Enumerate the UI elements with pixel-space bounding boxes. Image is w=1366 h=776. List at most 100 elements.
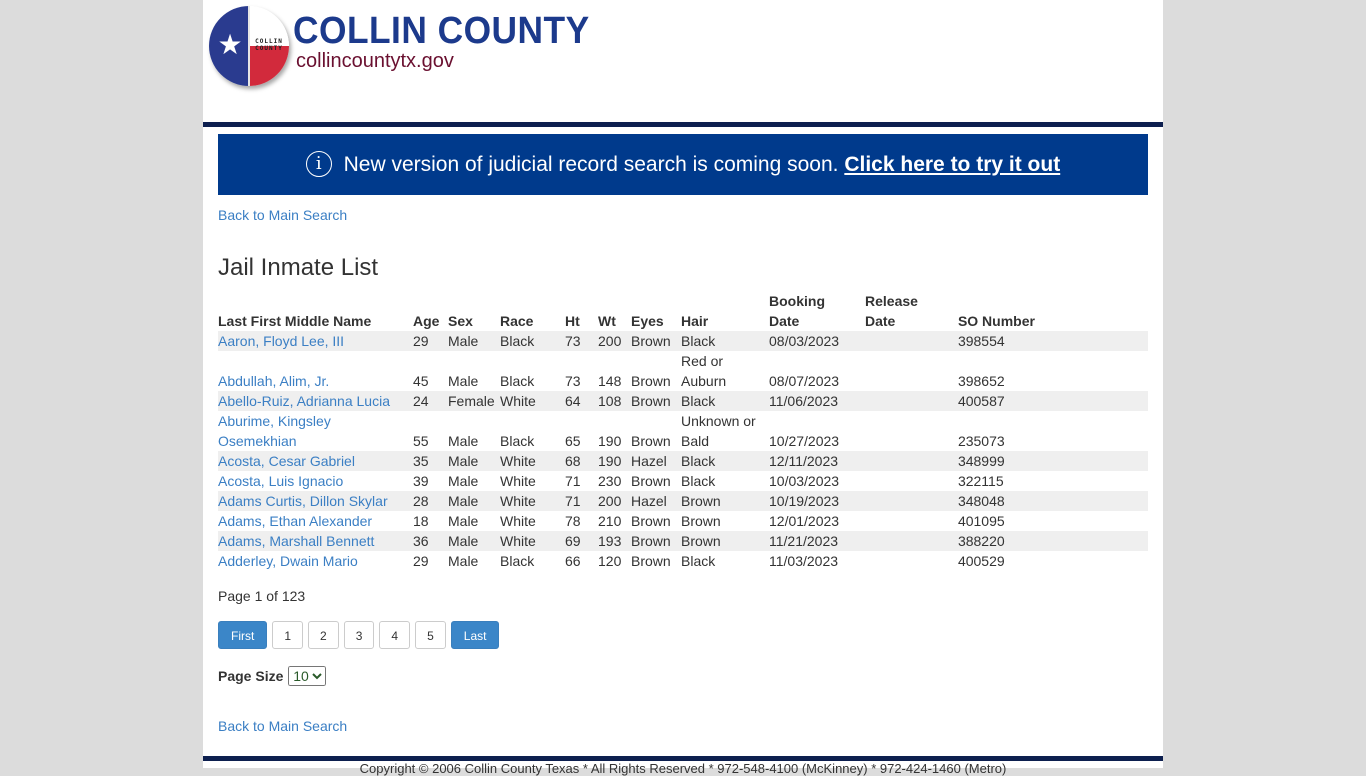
cell-ht: 64 [565, 391, 598, 411]
cell-eyes: Brown [631, 473, 671, 489]
cell-sex: Male [448, 553, 479, 569]
inmate-name-link[interactable]: Adams, Marshall Bennett [218, 533, 374, 549]
inmate-name-link[interactable]: Adams, Ethan Alexander [218, 513, 372, 529]
column-header-release: Release Date [865, 293, 918, 329]
cell-race: White [500, 391, 565, 411]
info-icon: i [305, 151, 332, 177]
cell-age: 24 [413, 391, 448, 411]
inmate-name-link[interactable]: Aaron, Floyd Lee, III [218, 333, 344, 349]
inmate-name-link[interactable]: Acosta, Cesar Gabriel [218, 453, 355, 469]
seal-red-field [249, 46, 289, 86]
inmate-name-link[interactable]: Adams Curtis, Dillon Skylar [218, 493, 388, 509]
cell-so: 348048 [957, 491, 1148, 511]
cell-race: White [500, 531, 565, 551]
cell-wt: 190 [598, 433, 622, 449]
cell-age: 36 [413, 531, 448, 551]
first-page-button[interactable]: First [218, 621, 268, 649]
footer-copyright: Copyright © 2006 Collin County Texas * A… [359, 761, 1007, 776]
cell-hair: Brown [681, 531, 769, 551]
try-new-search-link[interactable]: Click here to try it out [844, 153, 1060, 176]
inmate-name-link[interactable]: Acosta, Luis Ignacio [218, 473, 343, 489]
cell-so: 398652 [957, 373, 1005, 389]
cell-so: 400587 [957, 391, 1148, 411]
table-row: Abello-Ruiz, Adrianna Lucia 24 Female White… [218, 391, 1148, 411]
cell-booking: 10/19/2023 [769, 491, 865, 511]
column-header-so: SO Number [957, 313, 1035, 329]
cell-ht: 68 [565, 451, 598, 471]
cell-release [865, 351, 958, 391]
cell-sex: Male [448, 433, 479, 449]
page-4-button[interactable]: 4 [379, 621, 411, 649]
column-header-age: Age [413, 313, 440, 329]
page-2-button[interactable]: 2 [308, 621, 339, 649]
cell-booking: 11/21/2023 [769, 531, 865, 551]
cell-release [865, 451, 958, 471]
cell-release [865, 331, 958, 351]
cell-name: Adams Curtis, Dillon Skylar [218, 491, 413, 511]
page-title: Jail Inmate List [218, 254, 379, 281]
table-row: Adams, Ethan Alexander 18 Male White 78 210 Br… [218, 511, 1148, 531]
cell-eyes: Brown [631, 531, 681, 551]
announcement-banner: i New version of judicial record search … [218, 134, 1148, 195]
cell-wt: 230 [598, 473, 622, 489]
cell-ht: 71 [565, 491, 598, 511]
cell-age: 28 [413, 491, 448, 511]
cell-eyes: Hazel [631, 491, 681, 511]
table-row: Abdullah, Alim, Jr. 45 Male Black 73 148 Brown… [218, 351, 1148, 391]
cell-ht: 71 [565, 473, 581, 489]
cell-so: 348999 [957, 451, 1148, 471]
inmate-name-link[interactable]: Abdullah, Alim, Jr. [218, 373, 329, 389]
header-divider [203, 122, 1163, 127]
cell-age: 39 [413, 473, 429, 489]
cell-hair: Unknown or Bald [681, 413, 756, 449]
table-row: Aaron, Floyd Lee, III 29 Male Black 73 200 Bro… [218, 331, 1148, 351]
page-container: ★ COLLIN COUNTY COLLIN COUNTY collincoun… [203, 0, 1163, 776]
cell-eyes: Brown [631, 513, 671, 529]
cell-hair: Black [681, 473, 716, 489]
cell-booking: 11/06/2023 [769, 391, 865, 411]
banner-message: New version of judicial record search is… [343, 153, 839, 176]
cell-race: Black [500, 331, 565, 351]
cell-race: Black [500, 553, 535, 569]
cell-ht: 66 [565, 553, 581, 569]
cell-release [865, 411, 958, 451]
cell-sex: Male [448, 513, 479, 529]
cell-sex: Male [448, 531, 500, 551]
page-5-button[interactable]: 5 [415, 621, 446, 649]
table-row: Adams, Marshall Bennett 36 Male White 69 193 B… [218, 531, 1148, 551]
last-page-button[interactable]: Last [450, 621, 500, 649]
cell-booking: 11/03/2023 [769, 553, 839, 569]
inmate-name-link[interactable]: Abello-Ruiz, Adrianna Lucia [218, 393, 390, 409]
page-3-button[interactable]: 3 [343, 621, 375, 649]
star-icon: ★ [217, 29, 243, 60]
cell-age: 29 [413, 553, 429, 569]
cell-sex: Male [448, 331, 500, 351]
cell-booking: 08/03/2023 [769, 331, 865, 351]
cell-wt: 108 [598, 391, 631, 411]
page-1-button[interactable]: 1 [272, 621, 304, 649]
cell-race: White [500, 491, 565, 511]
cell-name: Adams, Marshall Bennett [218, 531, 413, 551]
table-row: Acosta, Cesar Gabriel 35 Male White 68 190 Haz… [218, 451, 1148, 471]
table-row: Adams Curtis, Dillon Skylar 28 Male White 71… [218, 491, 1148, 511]
cell-hair: Brown [681, 513, 721, 529]
cell-sex: Female [448, 391, 500, 411]
collin-county-seal-logo[interactable]: ★ COLLIN COUNTY [209, 6, 289, 86]
inmate-name-link[interactable]: Aburime, Kingsley Osemekhian [218, 413, 331, 449]
cell-name: Abdullah, Alim, Jr. [218, 351, 413, 391]
cell-hair: Black [681, 553, 716, 569]
back-to-main-search-link-bottom[interactable]: Back to Main Search [218, 718, 347, 734]
cell-so: 235073 [957, 433, 1005, 449]
column-header-hair: Hair [681, 313, 709, 329]
cell-booking: 12/01/2023 [769, 513, 840, 529]
cell-sex: Male [448, 491, 500, 511]
cell-booking: 10/27/2023 [769, 433, 840, 449]
inmate-name-link[interactable]: Adderley, Dwain Mario [218, 553, 358, 569]
cell-sex: Male [448, 451, 500, 471]
brand-title: COLLIN COUNTY [293, 10, 590, 52]
cell-sex: Male [448, 473, 479, 489]
cell-age: 35 [413, 451, 448, 471]
page-size-select[interactable]: 10 [288, 666, 327, 686]
back-to-main-search-link-top[interactable]: Back to Main Search [218, 207, 347, 223]
table-header-row: Last First Middle Name Age Sex Race Ht Wt Eyes… [218, 291, 1148, 331]
